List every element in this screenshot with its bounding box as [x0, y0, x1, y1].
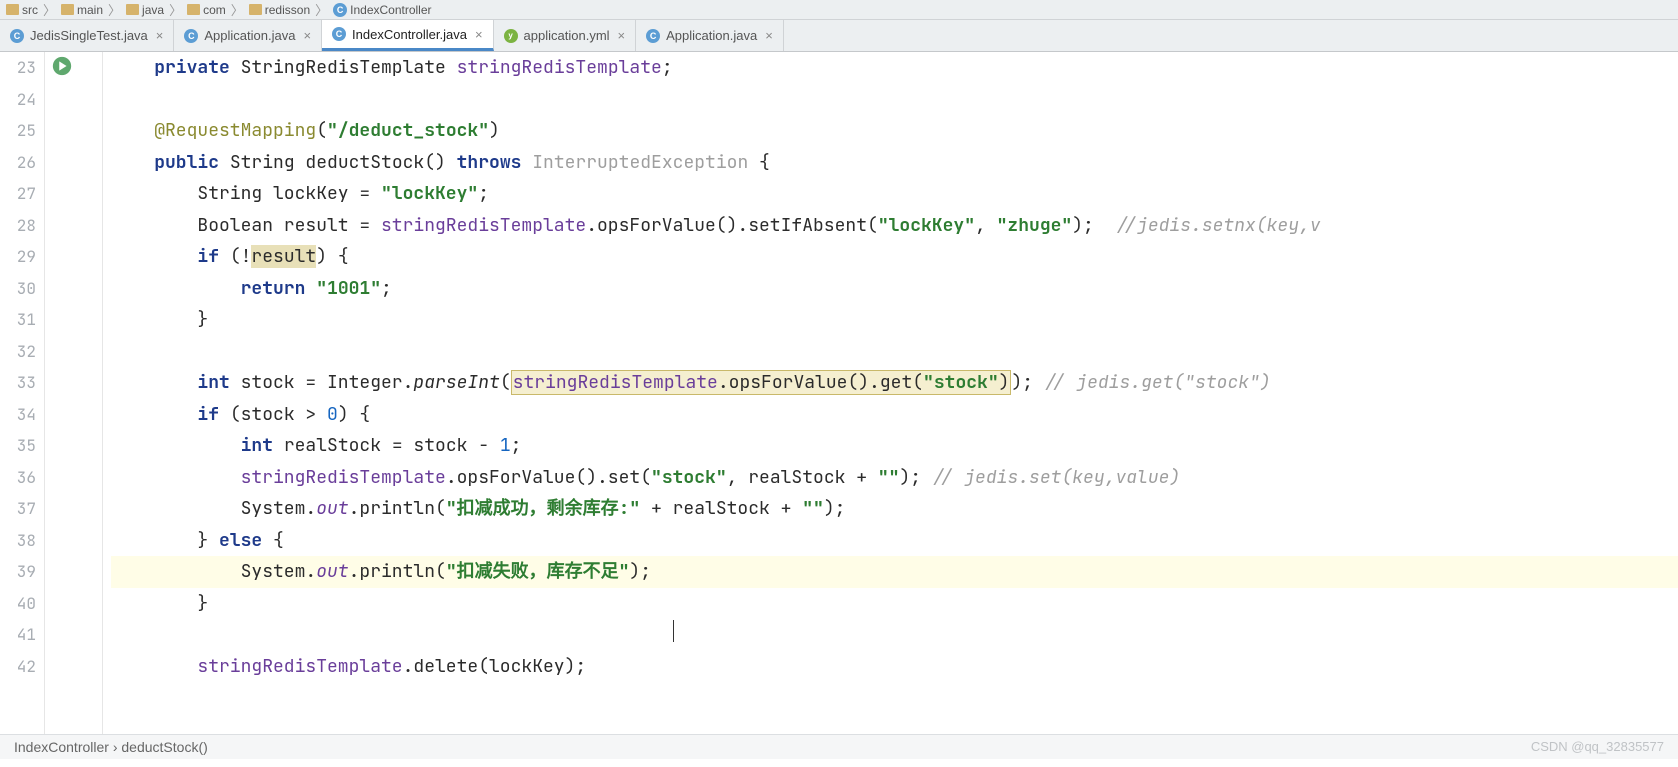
tab-application-2[interactable]: CApplication.java× — [636, 20, 784, 51]
tab-indexcontroller[interactable]: CIndexController.java× — [322, 20, 494, 51]
folder-icon — [61, 4, 74, 15]
close-icon[interactable]: × — [475, 27, 483, 42]
editor-tabs: CJedisSingleTest.java× CApplication.java… — [0, 20, 1678, 52]
close-icon[interactable]: × — [765, 28, 773, 43]
crumb-class[interactable]: IndexController — [14, 739, 109, 755]
chevron-right-icon: 〉 — [169, 0, 182, 19]
close-icon[interactable]: × — [303, 28, 311, 43]
structure-breadcrumb: IndexController › deductStock() CSDN @qq… — [0, 734, 1678, 759]
line-number-gutter: 23 24 25 26 27 28 29 30 31 32 33 34 35 3… — [0, 52, 45, 734]
folder-icon — [126, 4, 139, 15]
tab-application-yml[interactable]: yapplication.yml× — [494, 20, 637, 51]
chevron-right-icon: 〉 — [108, 0, 121, 19]
breadcrumb-item[interactable]: src — [6, 3, 38, 17]
breadcrumb-item[interactable]: com — [187, 3, 226, 17]
code-area[interactable]: private StringRedisTemplate stringRedisT… — [103, 52, 1678, 734]
code-editor[interactable]: 23 24 25 26 27 28 29 30 31 32 33 34 35 3… — [0, 52, 1678, 734]
watermark: CSDN @qq_32835577 — [1531, 739, 1664, 755]
class-icon: C — [333, 3, 347, 17]
folder-icon — [249, 4, 262, 15]
chevron-right-icon: 〉 — [43, 0, 56, 19]
breadcrumb-bar: src 〉 main 〉 java 〉 com 〉 redisson 〉 CIndexCo… — [0, 0, 1678, 20]
fold-gutter — [45, 52, 103, 734]
breadcrumb-item[interactable]: java — [126, 3, 164, 17]
chevron-right-icon: › — [113, 739, 118, 755]
class-icon: C — [184, 29, 198, 43]
crumb-method[interactable]: deductStock() — [121, 739, 207, 755]
yml-icon: y — [504, 29, 518, 43]
chevron-right-icon: 〉 — [315, 0, 328, 19]
class-icon: C — [646, 29, 660, 43]
close-icon[interactable]: × — [156, 28, 164, 43]
tab-jedissingletest[interactable]: CJedisSingleTest.java× — [0, 20, 174, 51]
breadcrumb-item[interactable]: CIndexController — [333, 3, 431, 17]
close-icon[interactable]: × — [618, 28, 626, 43]
breadcrumb-item[interactable]: redisson — [249, 3, 310, 17]
class-icon: C — [332, 27, 346, 41]
run-gutter-icon[interactable] — [51, 55, 73, 77]
tab-application-1[interactable]: CApplication.java× — [174, 20, 322, 51]
folder-icon — [187, 4, 200, 15]
folder-icon — [6, 4, 19, 15]
class-icon: C — [10, 29, 24, 43]
chevron-right-icon: 〉 — [231, 0, 244, 19]
breadcrumb-item[interactable]: main — [61, 3, 103, 17]
